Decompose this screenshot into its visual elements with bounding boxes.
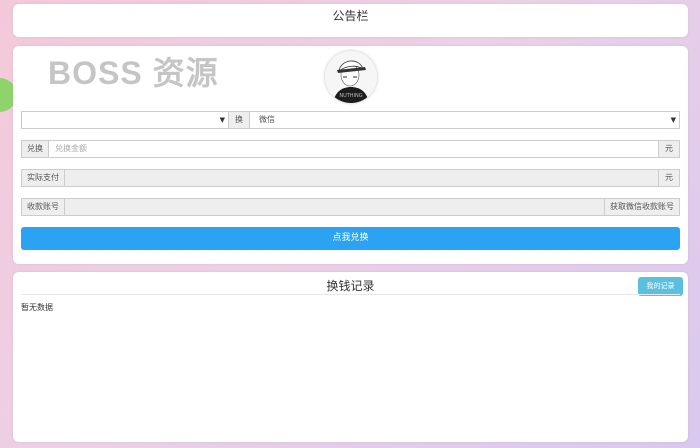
amount-unit: 元 [659, 140, 680, 158]
announcement-panel: 公告栏 [13, 4, 688, 37]
actual-pay-label: 实际支付 [21, 169, 65, 187]
avatar: NUTHING [325, 51, 377, 103]
amount-row: 兑换 兑换金额 元 [21, 140, 680, 158]
announcement-title: 公告栏 [332, 9, 369, 23]
actual-pay-row: 实际支付 元 [21, 169, 680, 187]
watermark: BOSS 资源 [48, 55, 219, 91]
amount-label: 兑换 [21, 140, 49, 158]
source-method-value [22, 115, 31, 124]
exchange-method-row: ▼ 换 微信 ▼ [21, 111, 680, 129]
account-label: 收款账号 [21, 198, 65, 216]
svg-text:NUTHING: NUTHING [339, 93, 362, 99]
avatar-image: NUTHING [325, 51, 377, 103]
records-divider [21, 294, 680, 295]
exchange-arrow-label: 换 [229, 111, 250, 129]
records-title: 换钱记录 [326, 279, 375, 293]
records-panel: 换钱记录 我的记录 暂无数据 [13, 272, 688, 442]
source-method-select[interactable]: ▼ [21, 111, 229, 129]
target-method-value: 微信 [259, 115, 275, 124]
chevron-down-icon: ▼ [670, 116, 676, 124]
account-row: 收款账号 获取微信收款账号 [21, 198, 680, 216]
amount-placeholder: 兑换金额 [55, 144, 87, 153]
amount-input[interactable]: 兑换金额 [49, 140, 659, 158]
actual-pay-field [65, 169, 659, 187]
account-field[interactable] [65, 198, 605, 216]
target-method-select[interactable]: 微信 ▼ [250, 111, 680, 129]
empty-records-text: 暂无数据 [21, 303, 53, 312]
exchange-submit-button[interactable]: 点我兑换 [21, 227, 680, 250]
chevron-down-icon: ▼ [219, 116, 225, 124]
actual-pay-unit: 元 [659, 169, 680, 187]
get-account-button[interactable]: 获取微信收款账号 [605, 198, 680, 216]
